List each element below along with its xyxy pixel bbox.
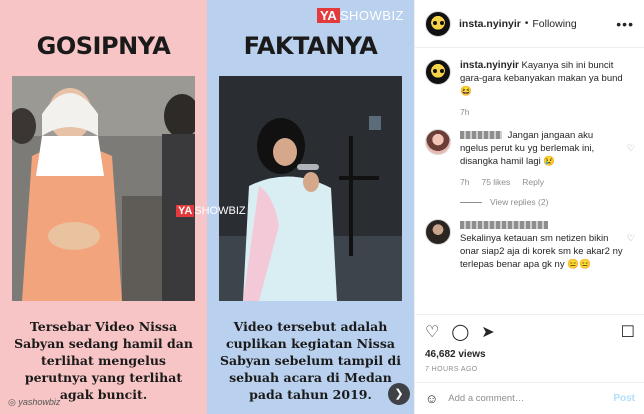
comment-username[interactable]: insta.nyinyir [460, 60, 519, 71]
post-actions: ♡ ◯ ➤ ☐ 46,682 views 7 HOURS AGO [415, 314, 644, 373]
next-media-button[interactable]: ❯ [388, 383, 410, 405]
fact-photo-illustration [219, 76, 402, 301]
comment-input[interactable] [448, 393, 589, 404]
more-horizontal-icon[interactable]: ••• [616, 16, 634, 32]
bookmark-icon[interactable]: ☐ [621, 323, 635, 343]
list-item: Jangan jangaan aku ngelus perut ku yg be… [425, 129, 635, 189]
watermark-ya: YA [176, 205, 195, 217]
heart-icon[interactable]: ♡ [627, 143, 635, 154]
redacted-username [460, 221, 548, 230]
post-timestamp: 7 HOURS AGO [425, 366, 478, 373]
yashowbiz-logo: YA SHOWBIZ [316, 8, 404, 23]
avatar[interactable] [425, 219, 451, 245]
gossip-caption: Tersebar Video Nissa Sabyan sedang hamil… [14, 319, 193, 402]
chevron-right-icon: ❯ [394, 388, 404, 400]
comment-time: 7h [460, 177, 470, 187]
reply-button[interactable]: Reply [522, 176, 544, 189]
logo-ya: YA [316, 8, 340, 23]
post-media[interactable]: GOSIPNYA Tersebar Video Nissa Sabyan sed… [0, 0, 414, 414]
fact-photo [219, 76, 402, 301]
instagram-handle: yashowbiz [8, 397, 60, 408]
emoji-icon[interactable]: ☺ [425, 391, 438, 406]
logo-showbiz: SHOWBIZ [339, 8, 404, 23]
comments-list[interactable]: insta.nyinyir Kayanya sih ini buncit gar… [415, 49, 644, 312]
comment-icon[interactable]: ◯ [451, 323, 469, 343]
separator-dot: • [524, 18, 529, 29]
gossip-photo [12, 76, 195, 301]
post-sidebar: insta.nyinyir • Following ••• insta.nyin… [414, 0, 644, 414]
watermark-showbiz: SHOWBIZ [194, 205, 246, 217]
avatar[interactable] [425, 129, 451, 155]
gossip-photo-illustration [12, 76, 195, 301]
comment-text: Sekalinya ketauan sm netizen bikin onar … [460, 233, 623, 270]
view-replies-label: View replies (2) [490, 197, 549, 207]
divider [460, 201, 482, 203]
yashowbiz-watermark: YA SHOWBIZ [176, 205, 246, 217]
redacted-username [460, 131, 502, 140]
add-comment-bar: ☺ Post [415, 382, 644, 414]
heart-icon[interactable]: ♡ [425, 323, 439, 343]
view-replies-button[interactable]: View replies (2) [460, 197, 635, 207]
views-count[interactable]: 46,682 views [425, 349, 635, 360]
caption-comment: insta.nyinyir Kayanya sih ini buncit gar… [425, 59, 635, 119]
header-username[interactable]: insta.nyinyir [459, 18, 521, 30]
avatar[interactable] [425, 10, 451, 37]
fact-title: FAKTANYA [243, 32, 378, 60]
comment-time: 7h [460, 107, 470, 117]
list-item: Sekalinya ketauan sm netizen bikin onar … [425, 219, 635, 271]
gossip-title: GOSIPNYA [36, 32, 171, 60]
fact-caption: Video tersebut adalah cuplikan kegiatan … [220, 319, 401, 402]
post-button[interactable]: Post [613, 393, 635, 404]
avatar[interactable] [425, 59, 451, 85]
comment-likes[interactable]: 75 likes [481, 176, 510, 189]
share-icon[interactable]: ➤ [481, 323, 494, 343]
following-button[interactable]: Following [532, 18, 576, 30]
heart-icon[interactable]: ♡ [627, 233, 635, 244]
post-header: insta.nyinyir • Following ••• [415, 0, 644, 48]
